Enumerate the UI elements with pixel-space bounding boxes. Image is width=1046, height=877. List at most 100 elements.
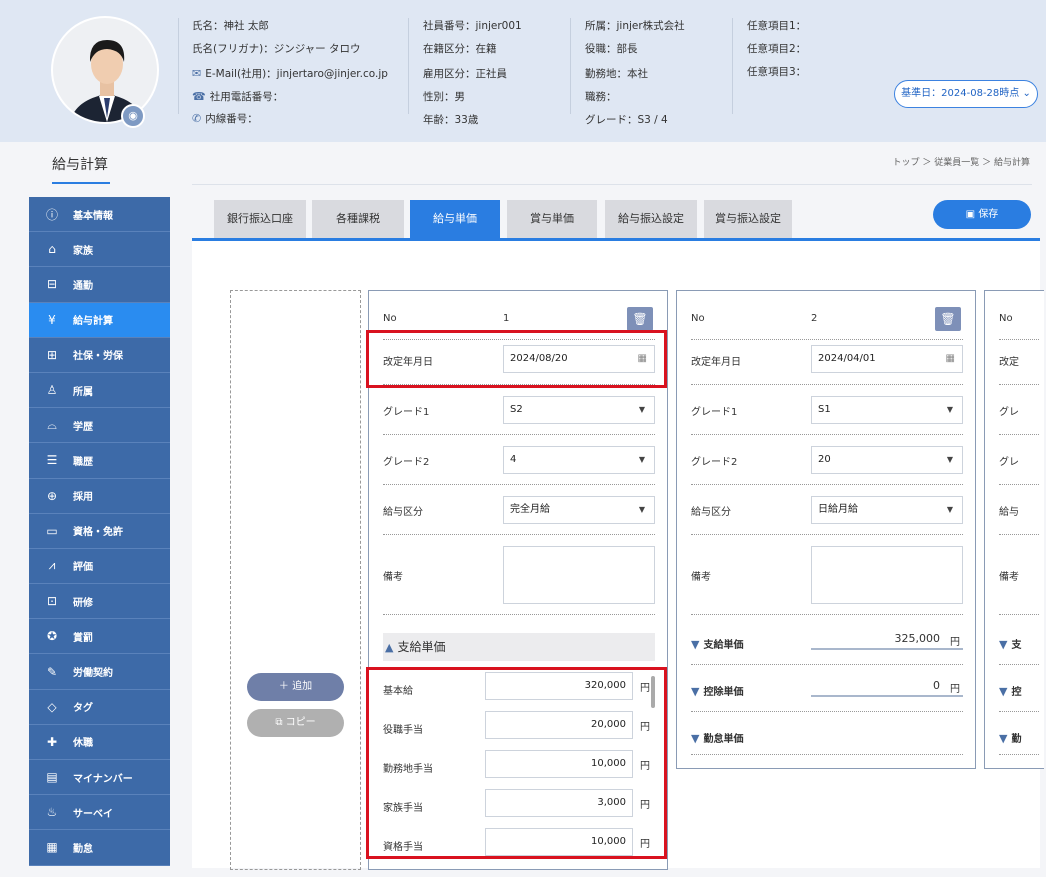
- save-button[interactable]: ▣ 保存: [933, 200, 1031, 229]
- kana-field: 氏名(フリガナ)：ジンジャー タロウ: [192, 43, 361, 55]
- deduction-unit-total: 0: [933, 679, 940, 692]
- sidebar-item-18[interactable]: ▦ 勤怠: [29, 830, 170, 866]
- remarks-textarea[interactable]: [811, 546, 963, 604]
- train-icon: ⊟: [46, 277, 58, 292]
- sidebar-item-label: 学歴: [73, 421, 93, 433]
- house-icon: ⌂: [48, 242, 56, 257]
- tab-2[interactable]: 給与単価: [410, 200, 500, 238]
- sidebar-item-label: 所属: [73, 386, 93, 398]
- sidebar-item-16[interactable]: ▤ マイナンバー: [29, 760, 170, 796]
- sidebar-item-2[interactable]: ⊟ 通勤: [29, 267, 170, 303]
- sidebar-item-1[interactable]: ⌂ 家族: [29, 232, 170, 268]
- sidebar-item-7[interactable]: ☰ 職歴: [29, 443, 170, 479]
- sidebar-item-6[interactable]: ⌓ 学歴: [29, 408, 170, 444]
- tab-5[interactable]: 賞与振込設定: [704, 200, 792, 238]
- sidebar-item-label: 給与計算: [73, 316, 113, 328]
- optional-field-3: 任意項目3：: [747, 66, 807, 78]
- duty: 職務：: [585, 91, 617, 103]
- remarks-label: 備考: [383, 572, 403, 583]
- document-shield-icon: ⊞: [46, 347, 58, 362]
- graduation-cap-icon: ⌓: [47, 417, 57, 432]
- camera-icon[interactable]: ◉: [121, 104, 145, 128]
- medal-icon: ✪: [46, 629, 58, 644]
- sidebar-item-4[interactable]: ⊞ 社保・労保: [29, 337, 170, 373]
- sidebar-item-label: 休職: [73, 738, 93, 750]
- chevron-down-icon: ▼: [946, 505, 953, 514]
- no-label: No: [691, 313, 705, 324]
- breadcrumb[interactable]: トップ ＞ 従業員一覧 ＞ 給与計算: [893, 155, 1030, 168]
- age: 年齢：33歳: [423, 114, 479, 126]
- sidebar-item-label: 評価: [73, 562, 93, 574]
- sidebar-item-10[interactable]: ⩘ 評価: [29, 548, 170, 585]
- optional-field-1: 任意項目1：: [747, 20, 807, 32]
- optional-field-2: 任意項目2：: [747, 43, 807, 55]
- remarks-label: 備考: [691, 572, 711, 583]
- payment-unit-section-header[interactable]: ▲ 支給単価: [383, 633, 655, 661]
- triangle-down-icon: ▼: [691, 638, 700, 651]
- sidebar-item-17[interactable]: ♨ サーベイ: [29, 795, 170, 831]
- info-icon: ⓘ: [45, 207, 58, 222]
- calendar-icon[interactable]: ▦: [946, 346, 955, 372]
- sidebar-item-0[interactable]: ⓘ 基本情報: [29, 197, 170, 233]
- grade1-select[interactable]: S1 ▼: [811, 396, 963, 424]
- chevron-down-icon: ▼: [946, 455, 953, 464]
- sidebar-item-label: 基本情報: [73, 210, 113, 222]
- attendance-unit-toggle[interactable]: ▼ 勤怠単価: [691, 730, 743, 745]
- compass-icon: ⩘: [48, 558, 56, 573]
- revision-date-input[interactable]: 2024/04/01 ▦: [811, 345, 963, 373]
- page-title: 給与計算: [52, 157, 108, 173]
- copy-button[interactable]: ⧉ コピー: [247, 709, 344, 737]
- chevron-down-icon: ▼: [638, 505, 645, 514]
- trash-icon[interactable]: 🗑: [935, 307, 961, 331]
- highlight-box-items: [366, 667, 667, 859]
- workplace: 勤務地：本社: [585, 68, 648, 80]
- extension-phone-icon: ✆: [192, 112, 202, 125]
- add-button[interactable]: ＋ 追加: [247, 673, 344, 701]
- sidebar-item-5[interactable]: ♙ 所属: [29, 372, 170, 409]
- sidebar-item-label: 職歴: [73, 456, 93, 468]
- sidebar-item-12[interactable]: ✪ 賞罰: [29, 619, 170, 655]
- avatar: [51, 16, 159, 124]
- grade: グレード：S3 / 4: [585, 114, 668, 126]
- trash-icon[interactable]: 🗑: [627, 307, 653, 331]
- sidebar-item-9[interactable]: ▭ 資格・免許: [29, 513, 170, 549]
- grade1-select[interactable]: S2 ▼: [503, 396, 655, 424]
- remarks-textarea[interactable]: [503, 546, 655, 604]
- deduction-unit-toggle[interactable]: ▼ 控除単価: [691, 683, 743, 698]
- triangle-up-icon: ▲: [385, 641, 394, 654]
- no-value: 2: [811, 313, 818, 324]
- sidebar-item-label: 資格・免許: [73, 527, 123, 539]
- grade2-label: グレード2: [691, 457, 738, 468]
- sidebar-item-label: 労働契約: [73, 668, 113, 680]
- sidebar-item-8[interactable]: ⊕ 採用: [29, 478, 170, 514]
- grade1-label: グレード1: [383, 407, 430, 418]
- grade2-select[interactable]: 20 ▼: [811, 446, 963, 474]
- employment-status: 在籍区分：在籍: [423, 43, 497, 55]
- reference-date-selector[interactable]: 基準日：2024-08-28時点 ⌄: [894, 80, 1038, 108]
- sidebar-item-11[interactable]: ⊡ 研修: [29, 584, 170, 620]
- grade2-select[interactable]: 4 ▼: [503, 446, 655, 474]
- tab-3[interactable]: 賞与単価: [507, 200, 597, 238]
- sidebar: ⓘ 基本情報 ⌂ 家族 ⊟ 通勤 ¥ 給与計算 ⊞ 社保・労保 ♙ 所属 ⌓ 学歴 ☰ 職歴 ⊕ 採用 ▭ 資格・免許…: [29, 197, 170, 877]
- sidebar-item-label: 採用: [73, 492, 93, 504]
- sidebar-item-label: 通勤: [73, 280, 93, 292]
- payment-unit-total: 325,000: [894, 632, 941, 645]
- sidebar-item-13[interactable]: ✎ 労働契約: [29, 654, 170, 690]
- tab-4[interactable]: 給与振込設定: [605, 200, 697, 238]
- sidebar-item-label: マイナンバー: [73, 773, 133, 785]
- yen-unit: 円: [950, 637, 960, 648]
- tab-0[interactable]: 銀行振込口座: [214, 200, 306, 238]
- sidebar-item-14[interactable]: ◇ タグ: [29, 689, 170, 725]
- sidebar-item-3[interactable]: ¥ 給与計算: [29, 302, 170, 338]
- yen-unit: 円: [950, 684, 960, 695]
- employment-type: 雇用区分：正社員: [423, 68, 507, 80]
- sidebar-item-15[interactable]: ✚ 休職: [29, 724, 170, 760]
- email-field: ✉ E-Mail(社用)：jinjertaro@jinjer.co.jp: [192, 67, 388, 80]
- salary-card-3: No 改定 グレ グレ 給与 備考 ▼ 支 ▼ 控 ▼ 勤: [984, 290, 1044, 769]
- no-value: 1: [503, 313, 510, 324]
- payment-unit-toggle[interactable]: ▼ 支給単価: [691, 636, 743, 651]
- tab-1[interactable]: 各種課税: [312, 200, 404, 238]
- salary-type-select[interactable]: 日給月給 ▼: [811, 496, 963, 524]
- salary-type-select[interactable]: 完全月給 ▼: [503, 496, 655, 524]
- position: 役職：部長: [585, 43, 638, 55]
